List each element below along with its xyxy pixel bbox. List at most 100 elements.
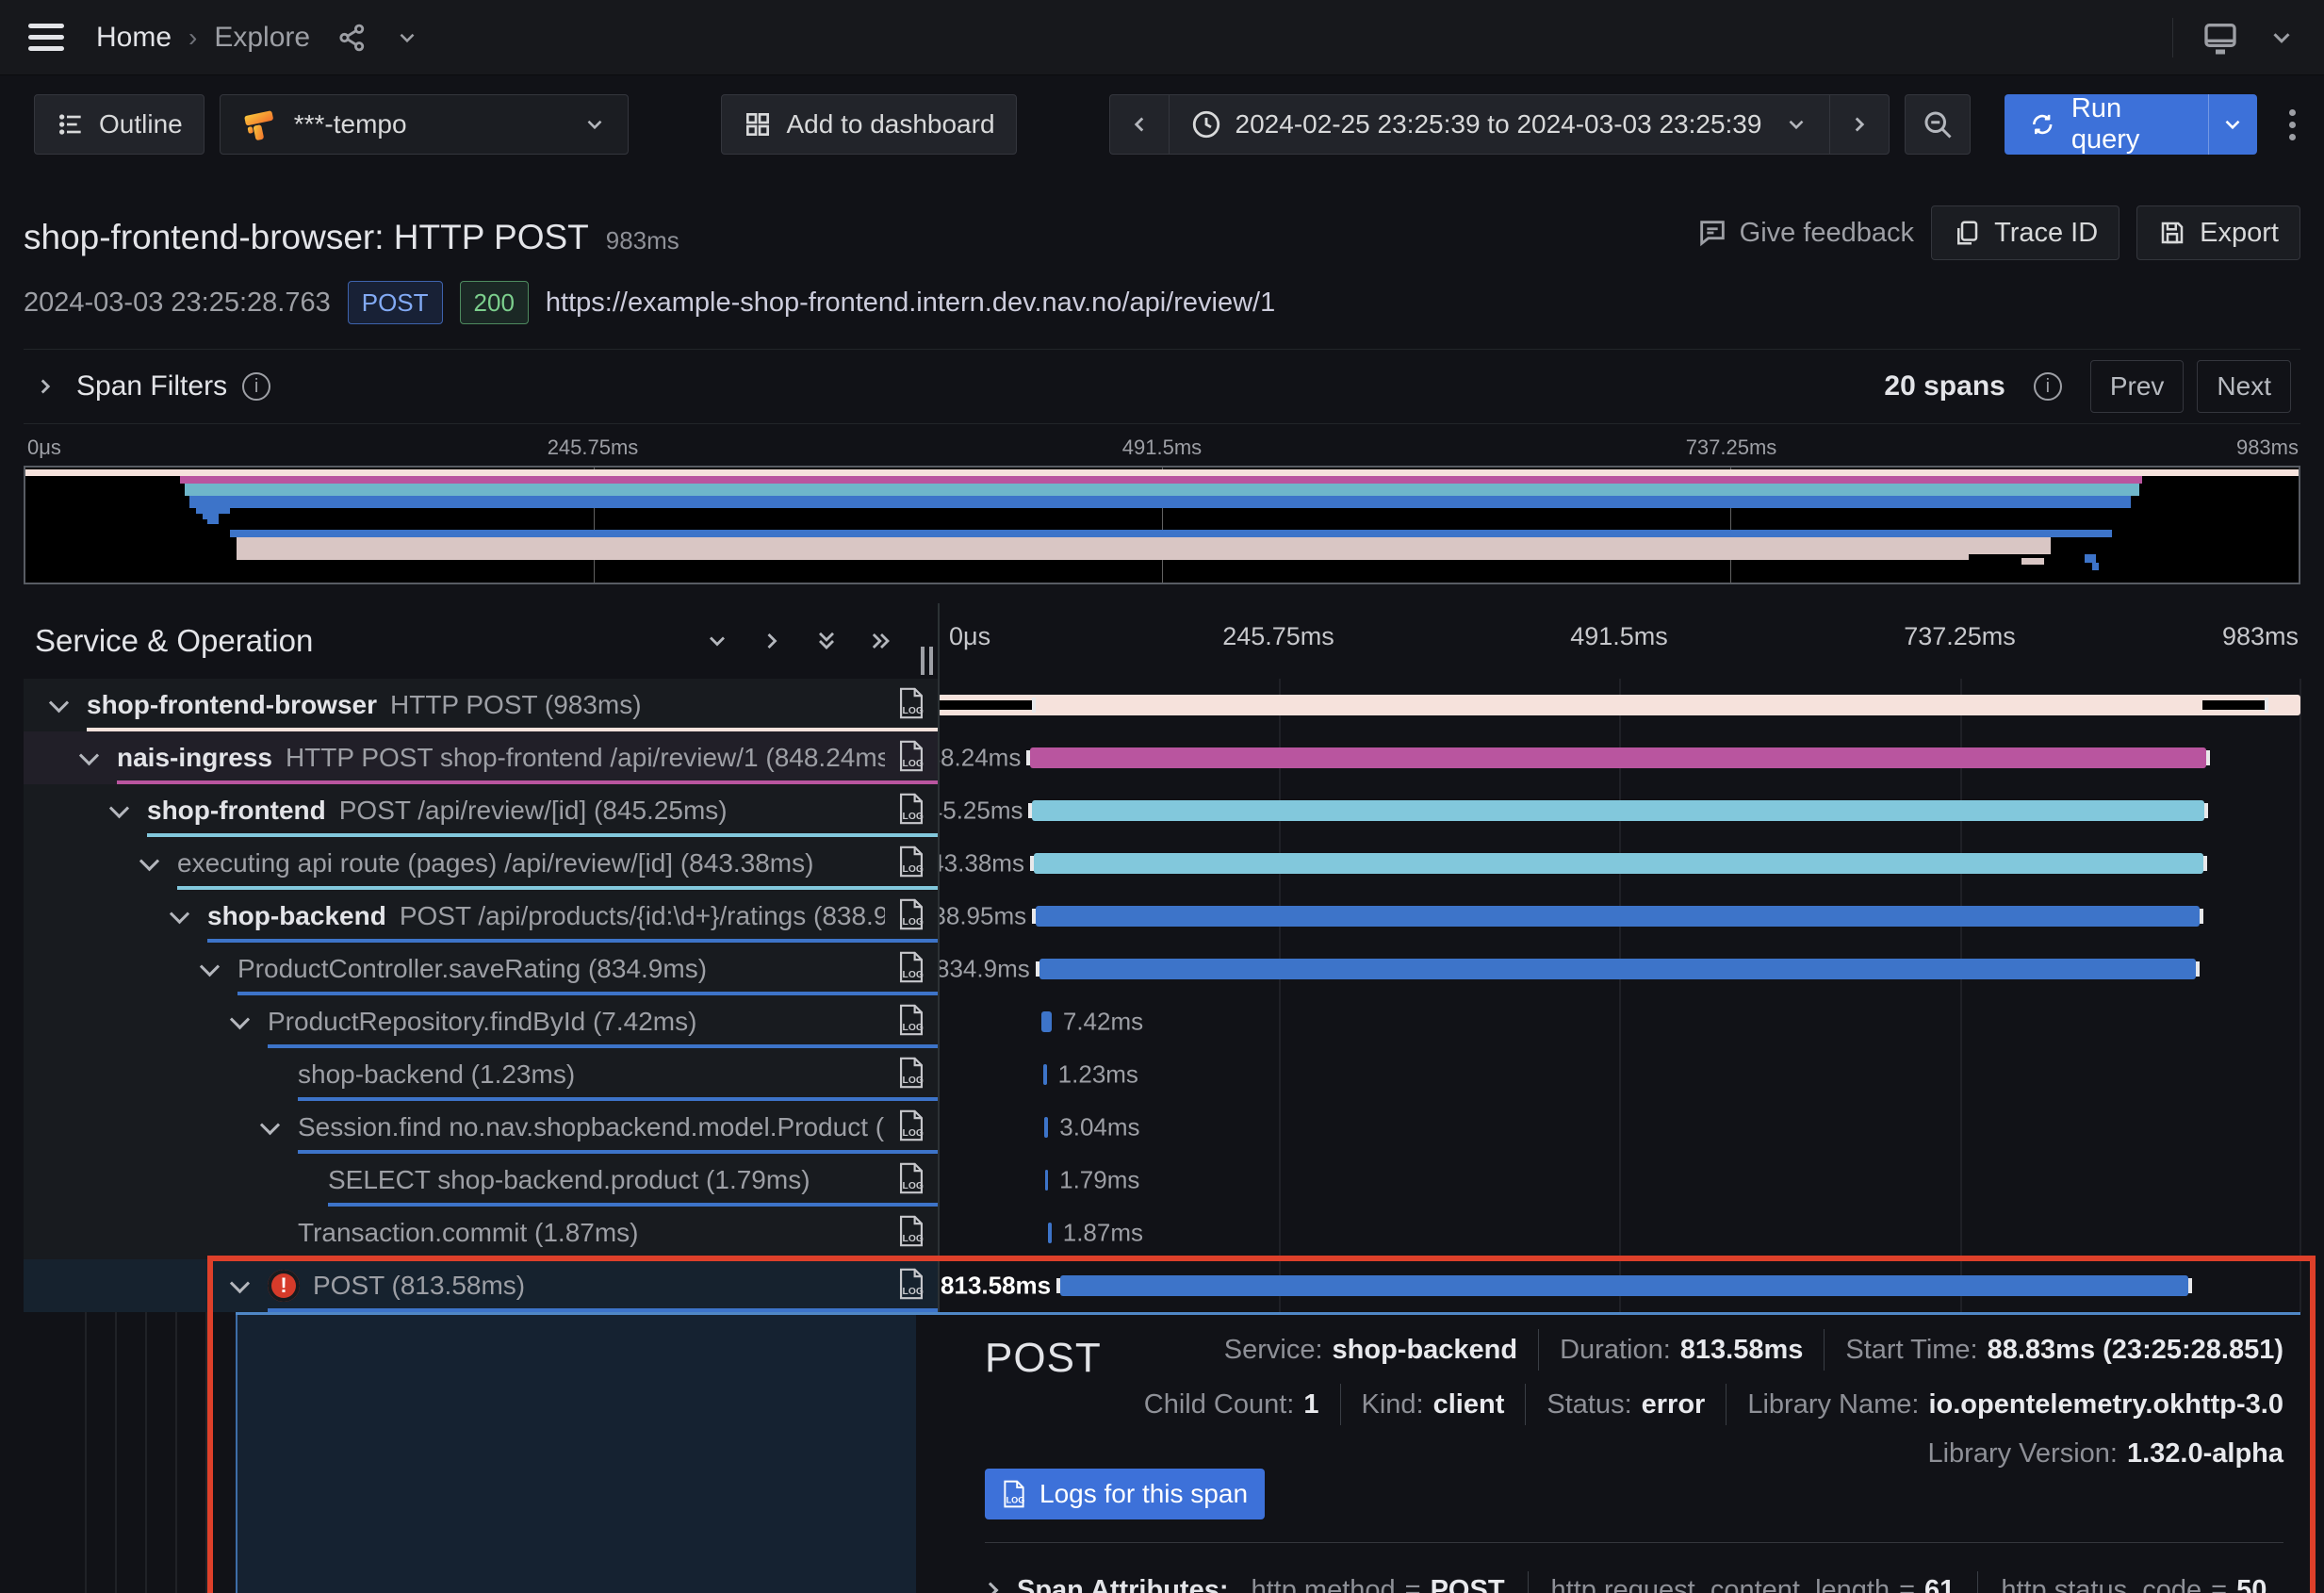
span-duration-bar[interactable] bbox=[1045, 1170, 1049, 1191]
span-row-executing[interactable]: executing api route (pages) /api/review/… bbox=[24, 837, 938, 890]
chevron-down-icon[interactable] bbox=[230, 1010, 250, 1029]
chevron-down-icon[interactable] bbox=[170, 904, 189, 924]
span-bar-row[interactable]: 1.87ms bbox=[938, 1207, 2300, 1259]
expand-all-icon[interactable] bbox=[868, 628, 894, 654]
chevron-down-icon[interactable] bbox=[79, 746, 99, 765]
span-logs-icon[interactable]: LOG bbox=[885, 1259, 938, 1308]
span-bar-row[interactable]: 838.95ms bbox=[938, 890, 2300, 943]
span-bar-row[interactable]: 813.58ms bbox=[938, 1259, 2300, 1312]
next-button[interactable]: Next bbox=[2197, 360, 2291, 413]
span-count-info-icon[interactable]: i bbox=[2034, 372, 2062, 401]
span-duration-bar[interactable] bbox=[1043, 1064, 1047, 1085]
overview-label: Library Name: bbox=[1747, 1389, 1919, 1421]
chevron-down-icon[interactable] bbox=[109, 798, 129, 818]
nav-chevron-down-icon[interactable] bbox=[2267, 24, 2296, 52]
span-duration-bar[interactable] bbox=[1032, 800, 2204, 821]
span-duration-bar[interactable] bbox=[1060, 1275, 2188, 1296]
span-row-shop-backend[interactable]: shop-backend (1.23ms)LOG bbox=[24, 1048, 938, 1101]
span-logs-icon[interactable]: LOG bbox=[885, 890, 938, 939]
collapse-all-icon[interactable] bbox=[813, 628, 840, 654]
run-query-button[interactable]: Run query bbox=[2005, 94, 2207, 155]
column-divider[interactable] bbox=[938, 603, 940, 1312]
chevron-right-icon[interactable] bbox=[985, 1583, 998, 1593]
span-bar-row[interactable]: 834.9ms bbox=[938, 943, 2300, 995]
collapse-one-icon[interactable] bbox=[704, 628, 730, 654]
span-logs-icon[interactable]: LOG bbox=[885, 679, 938, 728]
monitor-icon[interactable] bbox=[2201, 19, 2239, 57]
zoom-out-button[interactable] bbox=[1905, 94, 1971, 155]
span-row-nais-ingress[interactable]: nais-ingressHTTP POST shop-frontend /api… bbox=[24, 731, 938, 784]
give-feedback-link[interactable]: Give feedback bbox=[1696, 217, 1914, 249]
outline-button[interactable]: Outline bbox=[34, 94, 205, 155]
minimap-canvas[interactable] bbox=[24, 466, 2300, 584]
span-row-session.find[interactable]: Session.find no.nav.shopbackend.model.Pr… bbox=[24, 1101, 938, 1154]
span-duration-bar[interactable] bbox=[1044, 1117, 1048, 1138]
share-icon[interactable] bbox=[336, 22, 368, 54]
chevron-down-icon[interactable] bbox=[49, 693, 69, 713]
span-duration-bar[interactable] bbox=[1048, 1223, 1052, 1243]
span-logs-icon[interactable]: LOG bbox=[885, 1207, 938, 1256]
span-row-select[interactable]: SELECT shop-backend.product (1.79ms)LOG bbox=[24, 1154, 938, 1207]
span-duration-bar[interactable] bbox=[1039, 959, 2197, 979]
datasource-picker[interactable]: ***-tempo bbox=[220, 94, 630, 155]
span-logs-icon[interactable]: LOG bbox=[885, 837, 938, 886]
logs-for-span-button[interactable]: LOG Logs for this span bbox=[985, 1469, 1265, 1519]
breadcrumb-chevron-down-icon[interactable] bbox=[395, 25, 419, 50]
section-title[interactable]: Span Attributes: bbox=[1017, 1575, 1228, 1593]
span-duration-bar[interactable] bbox=[1030, 747, 2206, 768]
span-row-shop-frontend[interactable]: shop-frontendPOST /api/review/[id] (845.… bbox=[24, 784, 938, 837]
span-bar-row[interactable] bbox=[938, 679, 2300, 731]
span-bar-row[interactable]: 843.38ms bbox=[938, 837, 2300, 890]
chevron-down-icon[interactable] bbox=[139, 851, 159, 871]
add-to-dashboard-button[interactable]: Add to dashboard bbox=[721, 94, 1016, 155]
trace-id-button[interactable]: Trace ID bbox=[1931, 205, 2119, 260]
span-bar-row[interactable]: 845.25ms bbox=[938, 784, 2300, 837]
span-operation: ProductRepository.findById (7.42ms) bbox=[268, 1007, 696, 1037]
overview-label: Child Count: bbox=[1144, 1389, 1295, 1421]
span-duration-bar[interactable] bbox=[1041, 1011, 1052, 1032]
span-row-transaction.commit[interactable]: Transaction.commit (1.87ms)LOG bbox=[24, 1207, 938, 1259]
span-row-shop-frontend-browser[interactable]: shop-frontend-browserHTTP POST (983ms)LO… bbox=[24, 679, 938, 731]
export-button[interactable]: Export bbox=[2136, 205, 2300, 260]
span-row-post[interactable]: !POST (813.58ms)LOG bbox=[24, 1259, 938, 1312]
span-filters-expand-icon[interactable] bbox=[33, 374, 57, 399]
prev-button[interactable]: Prev bbox=[2090, 360, 2185, 413]
span-logs-icon[interactable]: LOG bbox=[885, 731, 938, 780]
span-logs-icon[interactable]: LOG bbox=[885, 1048, 938, 1097]
breadcrumb-home[interactable]: Home bbox=[96, 22, 172, 54]
chevron-down-icon[interactable] bbox=[230, 1273, 250, 1293]
overview-value: error bbox=[1642, 1389, 1706, 1421]
span-duration-bar[interactable] bbox=[1036, 906, 2200, 927]
span-logs-icon[interactable]: LOG bbox=[885, 943, 938, 992]
span-filters-info-icon[interactable]: i bbox=[242, 372, 270, 401]
breadcrumb-explore[interactable]: Explore bbox=[214, 22, 310, 54]
span-row-shop-backend[interactable]: shop-backendPOST /api/products/{id:\d+}/… bbox=[24, 890, 938, 943]
overview-value: 1 bbox=[1303, 1389, 1318, 1421]
time-range-back-button[interactable] bbox=[1109, 94, 1169, 155]
span-logs-icon[interactable]: LOG bbox=[885, 995, 938, 1044]
span-logs-icon[interactable]: LOG bbox=[885, 784, 938, 833]
menu-icon[interactable] bbox=[28, 24, 64, 51]
chevron-down-icon[interactable] bbox=[260, 1115, 280, 1135]
kebab-menu-icon[interactable] bbox=[2289, 109, 2296, 140]
span-duration-bar[interactable] bbox=[938, 695, 2300, 715]
span-bar-row[interactable]: 3.04ms bbox=[938, 1101, 2300, 1154]
span-filters-label[interactable]: Span Filters bbox=[76, 370, 227, 402]
chevron-down-icon[interactable] bbox=[200, 957, 220, 977]
span-row-productcontroller.saverating[interactable]: ProductController.saveRating (834.9ms)LO… bbox=[24, 943, 938, 995]
span-row-productrepository.findbyid[interactable]: ProductRepository.findById (7.42ms) LOG bbox=[24, 995, 938, 1048]
span-bar-row[interactable]: 1.23ms bbox=[938, 1048, 2300, 1101]
span-bar-row[interactable]: 848.24ms bbox=[938, 731, 2300, 784]
trace-minimap[interactable]: 0μs245.75ms491.5ms737.25ms983ms bbox=[24, 432, 2300, 584]
run-query-dropdown[interactable] bbox=[2208, 94, 2257, 155]
span-logs-icon[interactable]: LOG bbox=[885, 1154, 938, 1203]
span-bar-row[interactable]: 1.79ms bbox=[938, 1154, 2300, 1207]
time-range-picker[interactable]: 2024-02-25 23:25:39 to 2024-03-03 23:25:… bbox=[1169, 94, 1830, 155]
span-duration-bar[interactable] bbox=[1034, 853, 2203, 874]
attributes-section[interactable]: Span Attributes:http.method=POSThttp.req… bbox=[985, 1563, 2291, 1593]
span-bar-row[interactable]: 7.42ms bbox=[938, 995, 2300, 1048]
expand-one-icon[interactable] bbox=[759, 628, 785, 654]
time-range-forward-button[interactable] bbox=[1829, 94, 1890, 155]
column-resize-handle[interactable] bbox=[921, 647, 933, 675]
span-logs-icon[interactable]: LOG bbox=[885, 1101, 938, 1150]
